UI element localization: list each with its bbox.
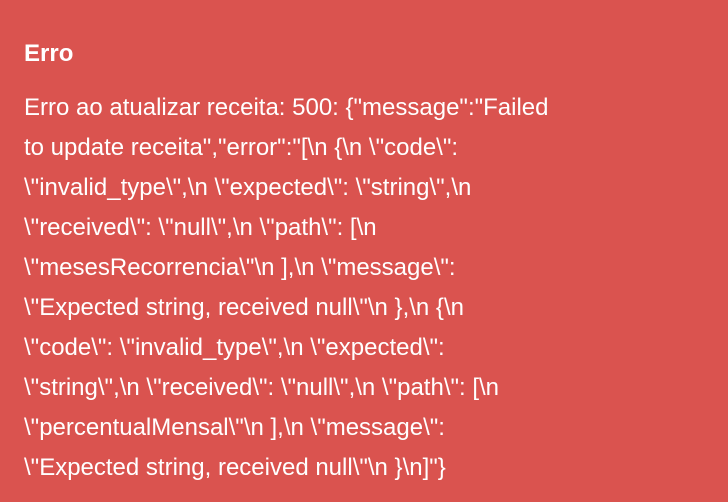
toast-message-line: \"Expected string, received null\"\n },\… — [24, 294, 464, 321]
toast-title: Erro — [24, 40, 74, 67]
toast-message-line: \"received\": \"null\",\n \"path\": [\n — [24, 214, 377, 241]
error-toast: Erro Erro ao atualizar receita: 500: {"m… — [0, 0, 728, 502]
toast-message-line: \"invalid_type\",\n \"expected\": \"stri… — [24, 174, 472, 201]
toast-message-line: \"code\": \"invalid_type\",\n \"expected… — [24, 334, 445, 361]
toast-message-line: \"Expected string, received null\"\n }\n… — [24, 454, 446, 481]
toast-message: Erro ao atualizar receita: 500: {"messag… — [24, 88, 704, 488]
toast-message-line: Erro ao atualizar receita: 500: {"messag… — [24, 94, 549, 121]
toast-message-line: \"string\",\n \"received\": \"null\",\n … — [24, 374, 500, 401]
toast-message-line: to update receita","error":"[\n {\n \"co… — [24, 134, 459, 161]
toast-message-line: \"percentualMensal\"\n ],\n \"message\": — [24, 414, 445, 441]
toast-message-line: \"mesesRecorrencia\"\n ],\n \"message\": — [24, 254, 456, 281]
